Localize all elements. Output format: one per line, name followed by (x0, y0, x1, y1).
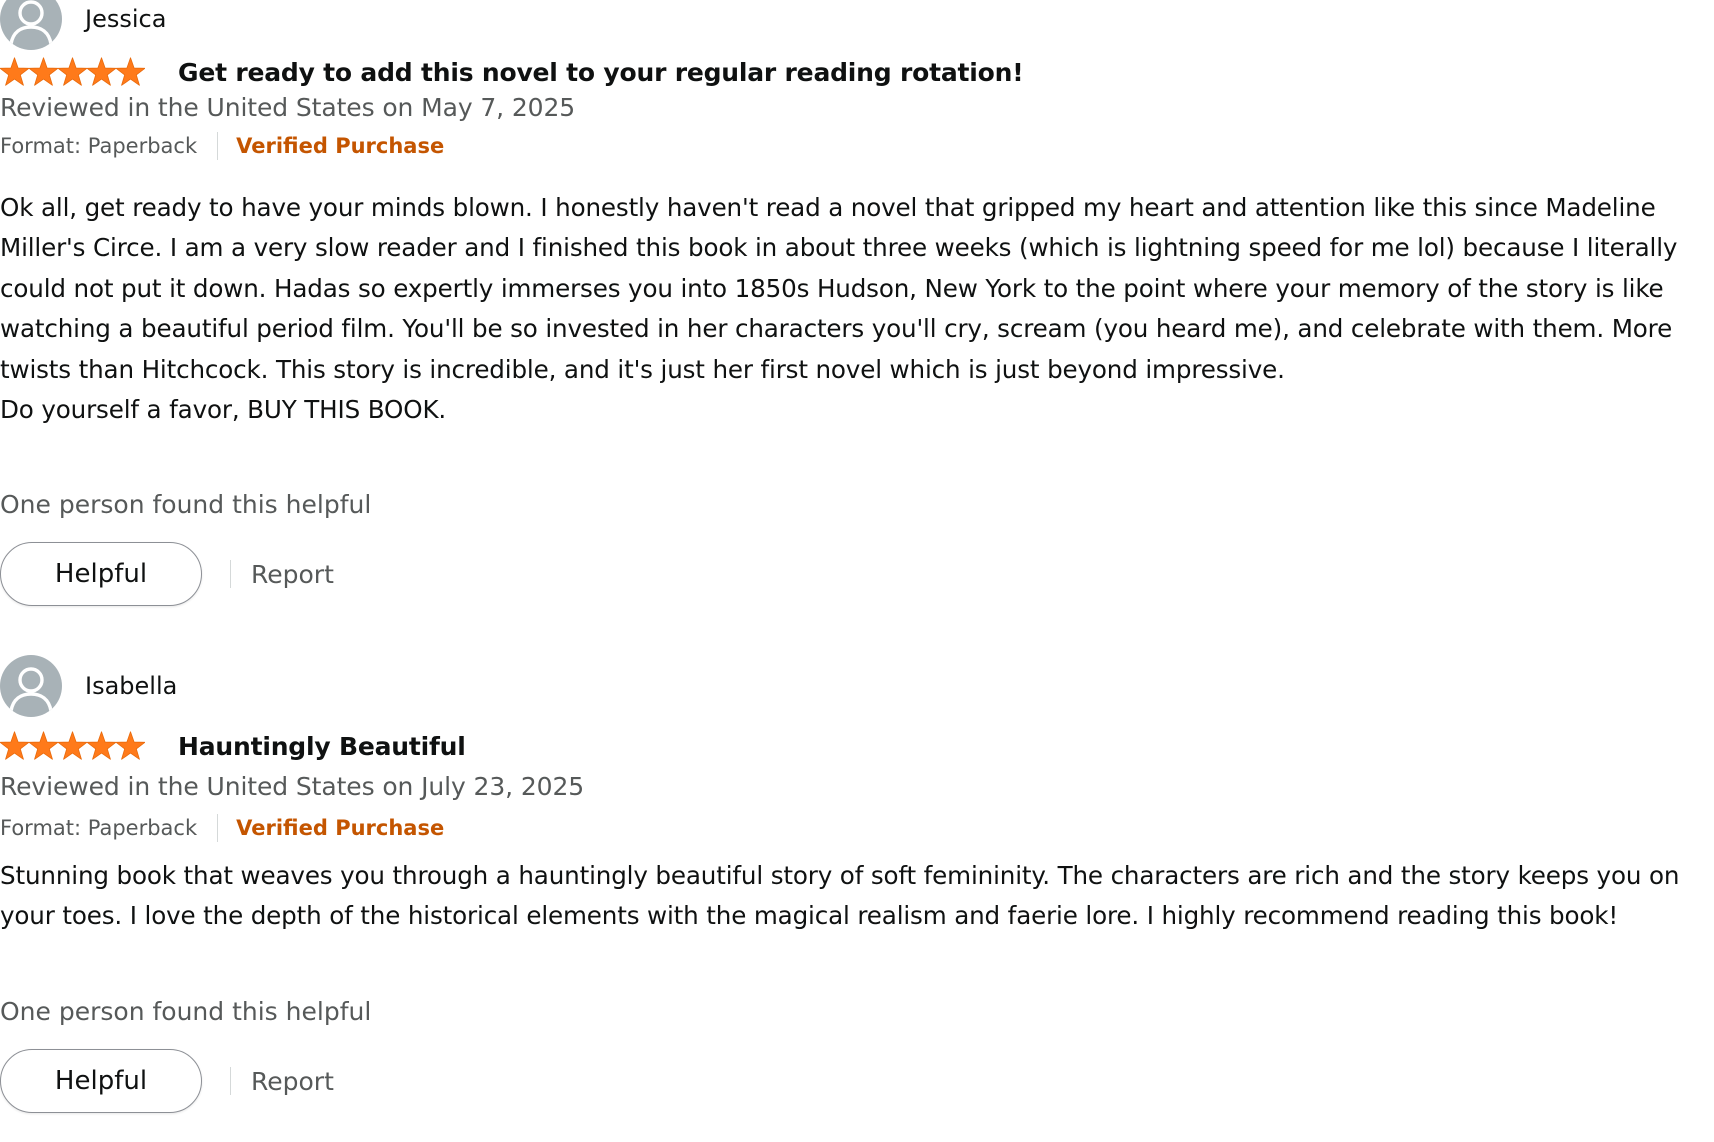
helpful-count: One person found this helpful (0, 490, 372, 519)
report-link[interactable]: Report (251, 1067, 334, 1096)
verified-purchase-badge: Verified Purchase (236, 134, 445, 158)
review-paragraph: Do yourself a favor, BUY THIS BOOK. (0, 395, 447, 425)
review-body: Stunning book that weaves you through a … (0, 856, 1706, 937)
review-title-row: Get ready to add this novel to your regu… (0, 52, 1024, 92)
review-date: Reviewed in the United States on May 7, … (0, 93, 576, 122)
review-title[interactable]: Get ready to add this novel to your regu… (178, 58, 1024, 87)
star-icon (116, 731, 145, 760)
star-icon (0, 57, 29, 86)
divider (217, 814, 219, 842)
review-paragraph: Stunning book that weaves you through a … (0, 861, 1680, 931)
helpful-count: One person found this helpful (0, 997, 372, 1026)
review-title[interactable]: Hauntingly Beautiful (178, 732, 466, 761)
reviewer-profile[interactable]: Isabella (0, 653, 177, 719)
reviewer-name[interactable]: Isabella (85, 672, 177, 700)
review-date: Reviewed in the United States on July 23… (0, 772, 585, 801)
review-actions: Helpful Report (0, 542, 334, 606)
user-silhouette-icon (9, 0, 53, 45)
star-icon (58, 731, 87, 760)
star-icon (87, 57, 116, 86)
divider (230, 1067, 231, 1095)
star-rating[interactable] (0, 729, 160, 763)
avatar (0, 655, 62, 717)
star-rating[interactable] (0, 55, 160, 89)
report-link[interactable]: Report (251, 560, 334, 589)
helpful-button[interactable]: Helpful (0, 1049, 202, 1113)
review-actions: Helpful Report (0, 1049, 334, 1113)
review-body: Ok all, get ready to have your minds blo… (0, 188, 1706, 430)
format-row: Format: Paperback Verified Purchase (0, 812, 444, 844)
star-icon (29, 57, 58, 86)
reviewer-profile[interactable]: Jessica (0, 0, 166, 52)
star-icon (29, 731, 58, 760)
star-icon (87, 731, 116, 760)
star-icon (116, 57, 145, 86)
star-icon (58, 57, 87, 86)
avatar (0, 0, 62, 50)
star-icon (0, 731, 29, 760)
divider (217, 132, 219, 160)
format-link[interactable]: Format: Paperback (0, 816, 197, 840)
format-link[interactable]: Format: Paperback (0, 134, 197, 158)
format-row: Format: Paperback Verified Purchase (0, 130, 444, 162)
review-title-row: Hauntingly Beautiful (0, 726, 466, 766)
helpful-button[interactable]: Helpful (0, 542, 202, 606)
divider (230, 560, 231, 588)
review-paragraph: Ok all, get ready to have your minds blo… (0, 193, 1678, 384)
reviewer-name[interactable]: Jessica (85, 5, 166, 33)
user-silhouette-icon (9, 667, 53, 712)
verified-purchase-badge: Verified Purchase (236, 816, 445, 840)
